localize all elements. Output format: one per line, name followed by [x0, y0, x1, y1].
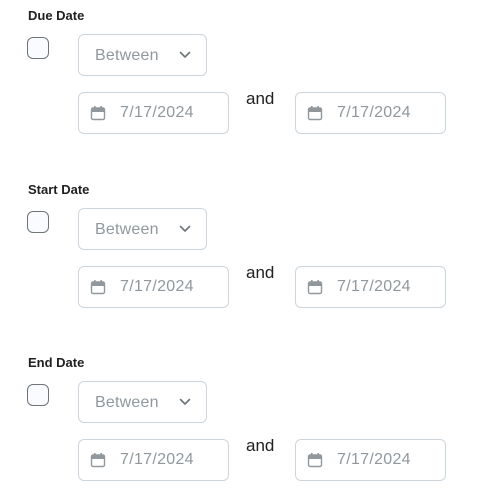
end-date-filter: End Date Between 7/17/2024 and 7/17/2024	[0, 347, 488, 497]
start-date-range-value: Between	[95, 221, 159, 238]
due-date-from-input[interactable]: 7/17/2024	[78, 92, 229, 134]
start-date-filter: Start Date Between 7/17/2024 and 7/17/20…	[0, 174, 488, 324]
end-date-range-select[interactable]: Between	[78, 381, 207, 423]
start-date-from-input[interactable]: 7/17/2024	[78, 266, 229, 308]
end-date-from-value: 7/17/2024	[120, 451, 194, 468]
end-date-from-input[interactable]: 7/17/2024	[78, 439, 229, 481]
calendar-icon	[90, 106, 106, 121]
end-date-to-value: 7/17/2024	[337, 451, 411, 468]
end-date-and-label: and	[246, 436, 275, 455]
chevron-down-icon	[179, 398, 191, 405]
start-date-to-input[interactable]: 7/17/2024	[295, 266, 446, 308]
due-date-and-label: and	[246, 89, 275, 108]
start-date-from-value: 7/17/2024	[120, 278, 194, 295]
due-date-to-value: 7/17/2024	[337, 104, 411, 121]
due-date-title: Due Date	[28, 8, 85, 23]
calendar-icon	[307, 106, 323, 121]
end-date-range-value: Between	[95, 394, 159, 411]
due-date-range-select[interactable]: Between	[78, 34, 207, 76]
due-date-to-input[interactable]: 7/17/2024	[295, 92, 446, 134]
start-date-range-select[interactable]: Between	[78, 208, 207, 250]
calendar-icon	[90, 280, 106, 295]
due-date-range-value: Between	[95, 47, 159, 64]
due-date-checkbox[interactable]	[27, 37, 49, 59]
chevron-down-icon	[179, 51, 191, 58]
due-date-from-value: 7/17/2024	[120, 104, 194, 121]
start-date-title: Start Date	[28, 182, 90, 197]
end-date-to-input[interactable]: 7/17/2024	[295, 439, 446, 481]
calendar-icon	[307, 453, 323, 468]
calendar-icon	[90, 453, 106, 468]
chevron-down-icon	[179, 225, 191, 232]
end-date-checkbox[interactable]	[27, 384, 49, 406]
start-date-to-value: 7/17/2024	[337, 278, 411, 295]
due-date-filter: Due Date Between 7/17/2024 and 7/17/2024	[0, 0, 488, 150]
calendar-icon	[307, 280, 323, 295]
start-date-and-label: and	[246, 263, 275, 282]
start-date-checkbox[interactable]	[27, 211, 49, 233]
end-date-title: End Date	[28, 355, 85, 370]
